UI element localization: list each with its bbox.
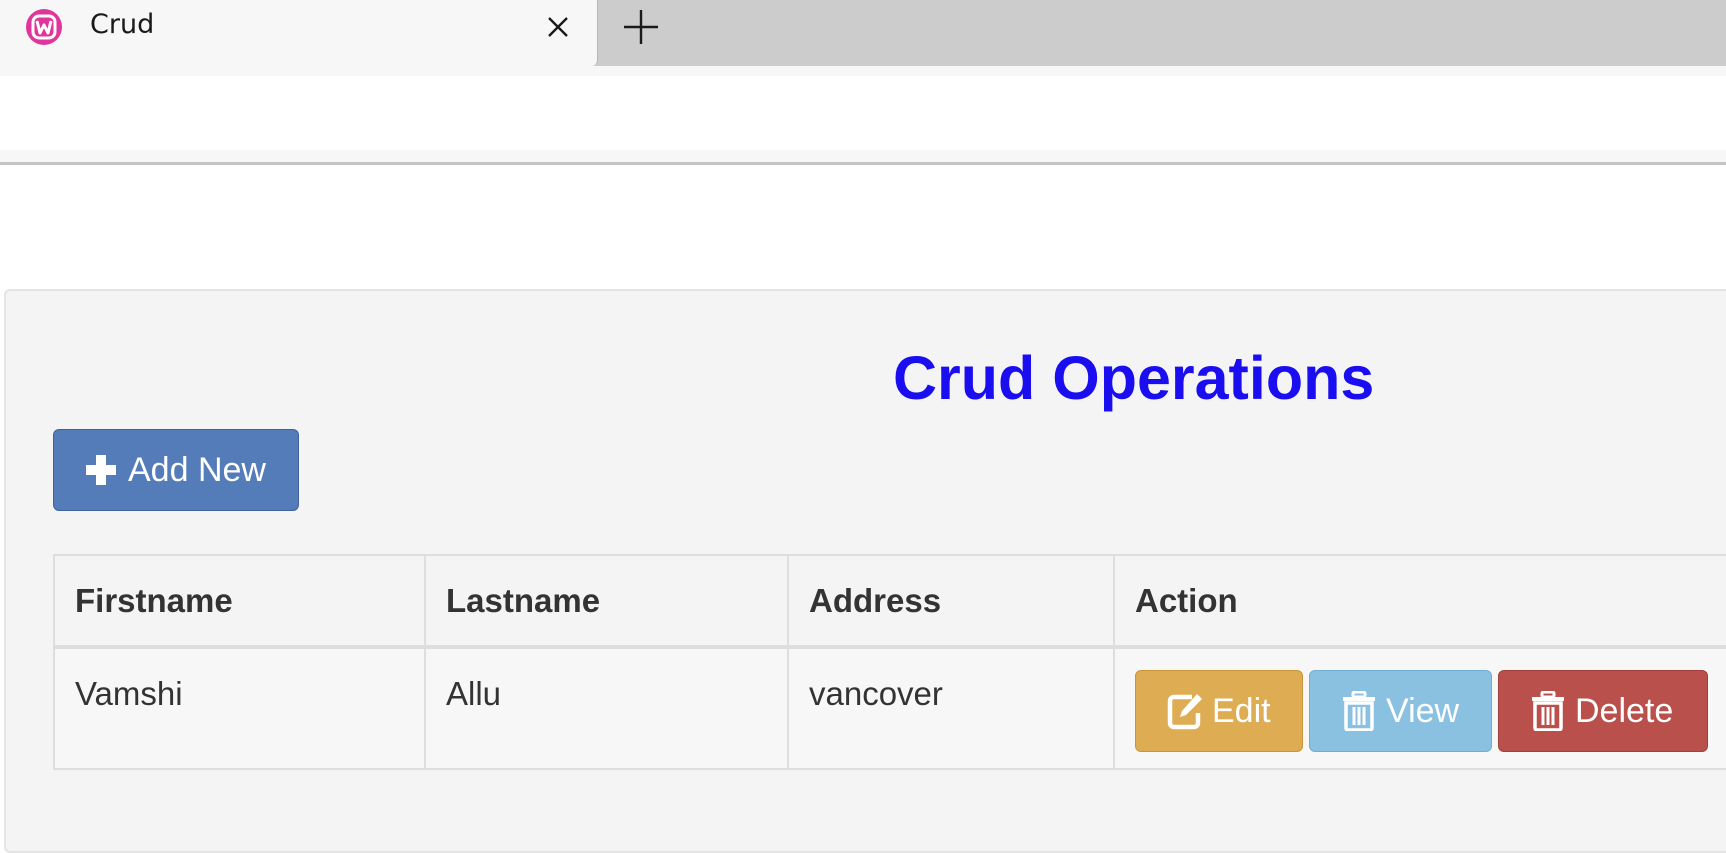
plus-icon (86, 455, 116, 485)
header-lastname: Lastname (424, 554, 789, 648)
records-table: Firstname Lastname Address Action Vamshi… (53, 554, 1726, 770)
browser-tab-strip: Crud (0, 0, 1726, 66)
browser-toolbar (0, 66, 1726, 165)
browser-tab[interactable]: Crud (0, 0, 598, 66)
wamp-icon (26, 9, 62, 45)
view-button[interactable]: View (1309, 670, 1492, 752)
new-tab-plus-icon[interactable] (620, 6, 662, 48)
view-label: View (1386, 692, 1460, 730)
table-row: Vamshi Allu vancover Edit View Delete (53, 646, 1726, 770)
address-bar-area[interactable] (0, 76, 1726, 150)
add-new-label: Add New (128, 451, 266, 489)
header-firstname: Firstname (53, 554, 426, 648)
page-title: Crud Operations (893, 344, 1375, 412)
table-header-row: Firstname Lastname Address Action (53, 554, 1726, 648)
add-new-button[interactable]: Add New (53, 429, 299, 511)
cell-firstname: Vamshi (53, 646, 426, 770)
edit-label: Edit (1212, 692, 1271, 730)
delete-button[interactable]: Delete (1498, 670, 1708, 752)
edit-icon (1167, 694, 1202, 730)
header-address: Address (787, 554, 1115, 648)
cell-address: vancover (787, 646, 1115, 770)
trash-icon (1343, 691, 1375, 731)
cell-actions: Edit View Delete (1113, 646, 1726, 770)
delete-label: Delete (1575, 692, 1674, 730)
close-icon[interactable] (543, 12, 573, 42)
cell-lastname: Allu (424, 646, 789, 770)
trash-icon (1532, 691, 1564, 731)
tab-title: Crud (90, 9, 155, 40)
header-action: Action (1113, 554, 1726, 648)
edit-button[interactable]: Edit (1135, 670, 1303, 752)
